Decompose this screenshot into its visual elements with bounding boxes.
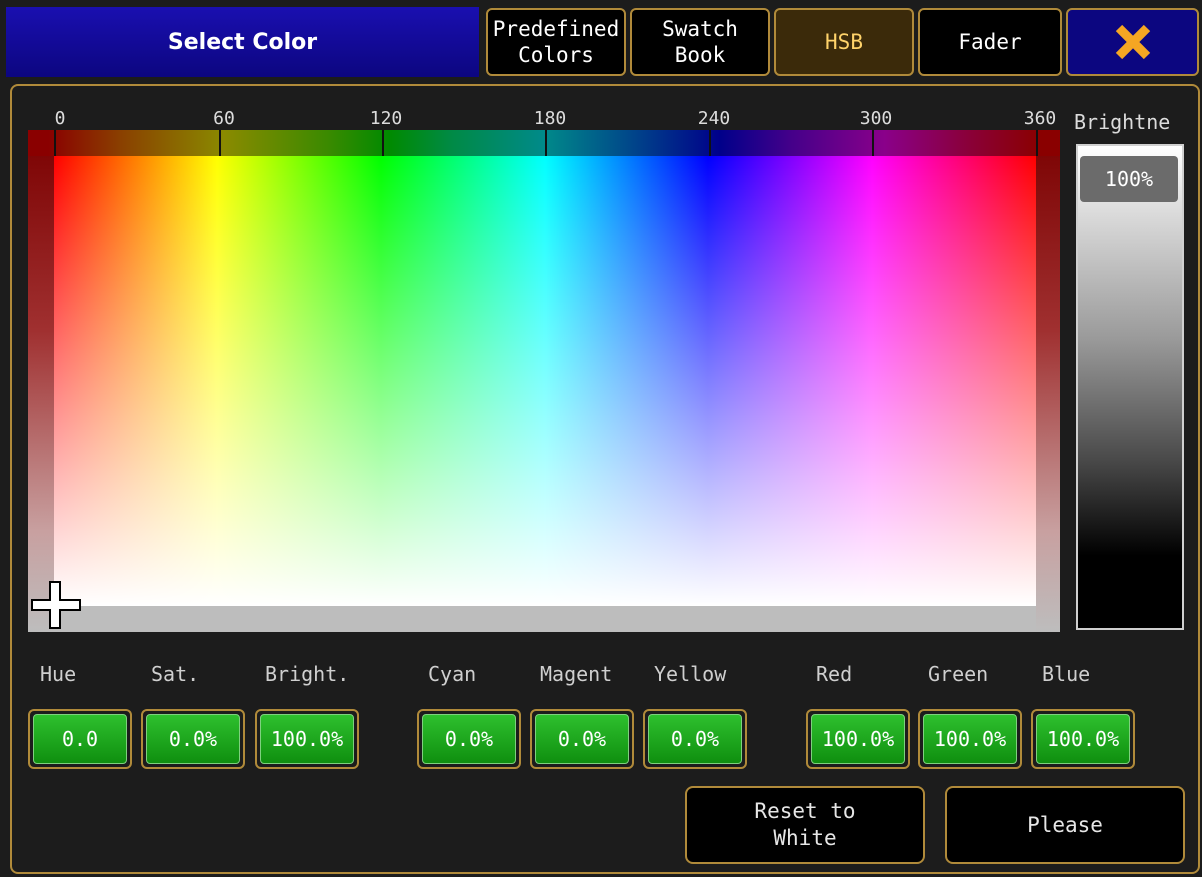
crosshair-icon[interactable]	[30, 580, 82, 632]
close-button[interactable]	[1066, 8, 1199, 76]
hue-tick	[1036, 130, 1038, 156]
hue-tick-label: 120	[369, 108, 403, 129]
sat-label: Sat.	[151, 662, 200, 686]
hue-label: Hue	[40, 662, 77, 686]
hue-tick-label: 240	[697, 108, 731, 129]
tab-predefined-colors[interactable]: Predefined Colors	[486, 8, 626, 76]
hue-tick	[54, 130, 56, 156]
brightness-label: Brightne	[1074, 110, 1171, 134]
field-edge	[28, 130, 54, 632]
hue-tick-label: 180	[533, 108, 567, 129]
field-edge	[1036, 130, 1060, 632]
hue-value: 0.0	[33, 714, 127, 764]
hue-tick	[382, 130, 384, 156]
red-label: Red	[816, 662, 853, 686]
yellow-field[interactable]: 0.0%	[643, 709, 747, 769]
brightness-slider[interactable]	[1076, 144, 1184, 630]
please-button[interactable]: Please	[945, 786, 1185, 864]
blue-label: Blue	[1042, 662, 1091, 686]
hue-tick	[219, 130, 221, 156]
hue-tick	[709, 130, 711, 156]
brightness-handle[interactable]: 100%	[1080, 156, 1178, 202]
color-spectrum[interactable]	[54, 156, 1036, 606]
green-field[interactable]: 100.0%	[918, 709, 1022, 769]
red-value: 100.0%	[811, 714, 905, 764]
hue-tick-label: 300	[859, 108, 893, 129]
cyan-value: 0.0%	[422, 714, 516, 764]
bright-value: 100.0%	[260, 714, 354, 764]
blue-field[interactable]: 100.0%	[1031, 709, 1135, 769]
bright-label: Bright.	[265, 662, 350, 686]
tab-fader[interactable]: Fader	[918, 8, 1062, 76]
tab-hsb[interactable]: HSB	[774, 8, 914, 76]
hue-tick	[872, 130, 874, 156]
green-value: 100.0%	[923, 714, 1017, 764]
magenta-value: 0.0%	[535, 714, 629, 764]
hue-tick	[545, 130, 547, 156]
hue-tick-label: 0	[54, 108, 66, 129]
cyan-label: Cyan	[428, 662, 477, 686]
red-field[interactable]: 100.0%	[806, 709, 910, 769]
hue-tick-label: 360	[1023, 108, 1057, 129]
magenta-label: Magent	[540, 662, 613, 686]
tab-swatch-book[interactable]: Swatch Book	[630, 8, 770, 76]
hue-tick-label: 60	[213, 108, 235, 129]
yellow-label: Yellow	[654, 662, 727, 686]
sat-field[interactable]: 0.0%	[141, 709, 245, 769]
dialog-title: Select Color	[6, 7, 479, 77]
green-label: Green	[928, 662, 989, 686]
bright-field[interactable]: 100.0%	[255, 709, 359, 769]
close-icon	[1115, 24, 1150, 60]
reset-to-white-button[interactable]: Reset to White	[685, 786, 925, 864]
magenta-field[interactable]: 0.0%	[530, 709, 634, 769]
blue-value: 100.0%	[1036, 714, 1130, 764]
sat-value: 0.0%	[146, 714, 240, 764]
hue-field[interactable]: 0.0	[28, 709, 132, 769]
cyan-field[interactable]: 0.0%	[417, 709, 521, 769]
yellow-value: 0.0%	[648, 714, 742, 764]
hue-strip	[28, 130, 1060, 156]
